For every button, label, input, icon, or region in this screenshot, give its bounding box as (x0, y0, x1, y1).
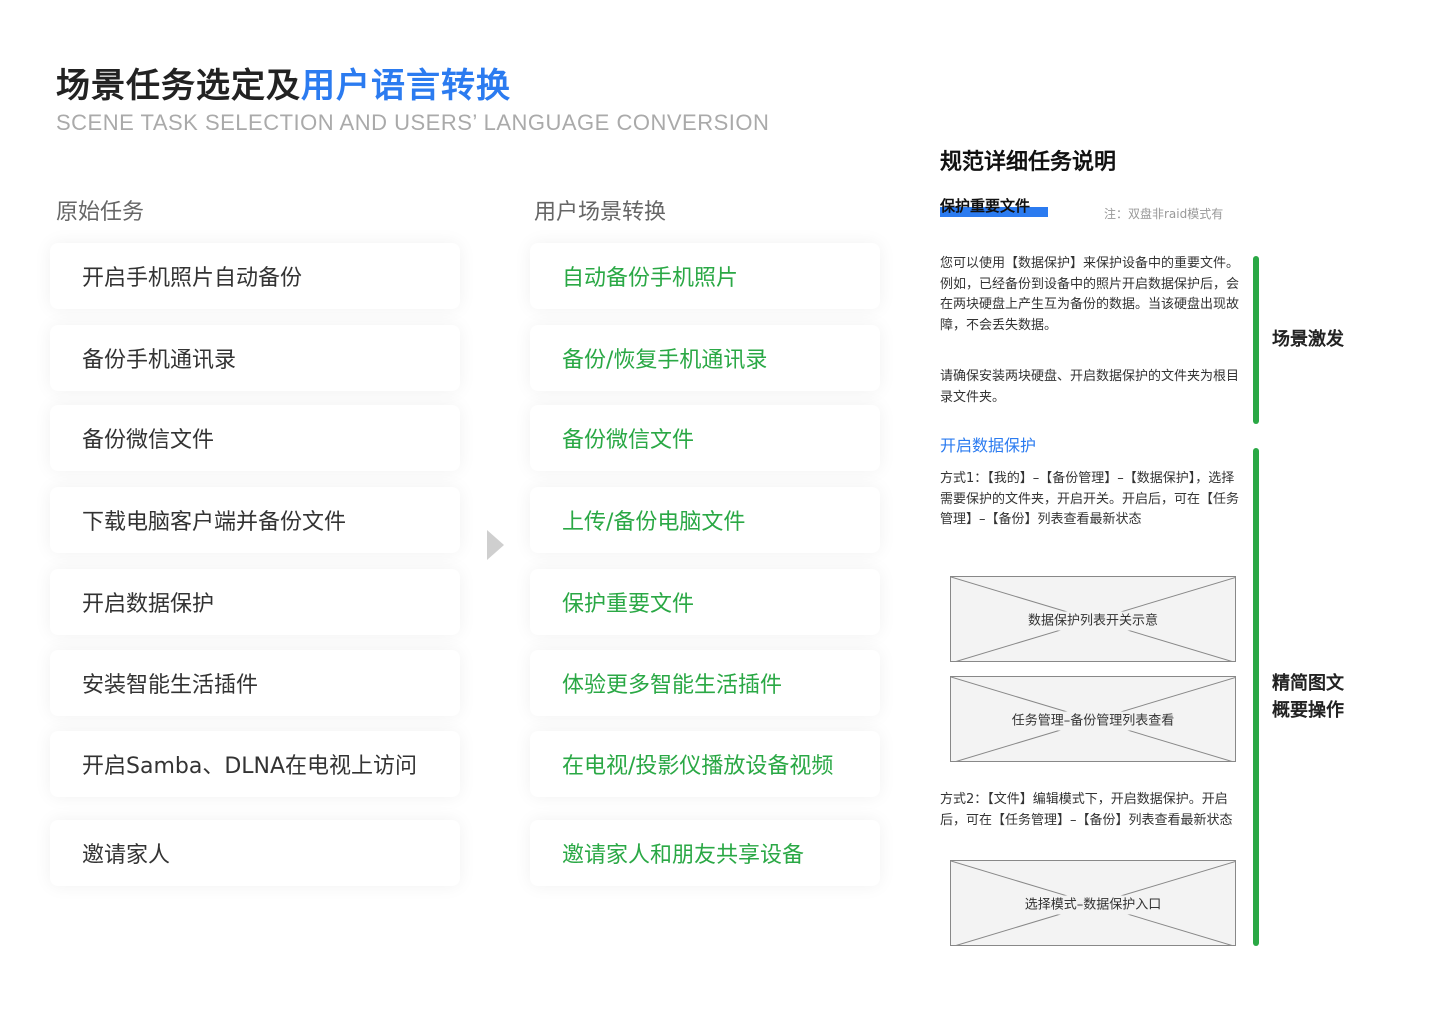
converted-task-card: 自动备份手机照片 (530, 243, 880, 309)
original-task-card: 开启数据保护 (50, 569, 460, 635)
wireframe-label: 数据保护列表开关示意 (1021, 611, 1164, 631)
wireframe-placeholder: 选择模式–数据保护入口 (950, 860, 1236, 946)
converted-task-card: 体验更多智能生活插件 (530, 650, 880, 716)
converted-task-card: 保护重要文件 (530, 569, 880, 635)
method-1-text: 方式1：【我的】–【备份管理】–【数据保护】，选择需要保护的文件夹，开启开关。开… (940, 471, 1240, 527)
original-task-card: 开启手机照片自动备份 (50, 243, 460, 309)
wireframe-label: 选择模式–数据保护入口 (1018, 895, 1168, 915)
scene-trigger-label: 场景激发 (1272, 329, 1344, 350)
converted-task-card: 备份微信文件 (530, 405, 880, 471)
title-main: 场景任务选定及 (56, 66, 301, 106)
original-task-card: 邀请家人 (50, 820, 460, 886)
overview-bar (1253, 448, 1259, 946)
original-task-card: 安装智能生活插件 (50, 650, 460, 716)
detail-note: 注：双盘非raid模式有 (1104, 207, 1224, 221)
detail-subtitle: 开启数据保护 (940, 436, 1037, 455)
wireframe-placeholder: 任务管理–备份管理列表查看 (950, 676, 1236, 762)
overview-label-line2: 概要操作 (1272, 700, 1344, 721)
converted-task-card: 上传/备份电脑文件 (530, 487, 880, 553)
original-tasks-header: 原始任务 (56, 200, 145, 225)
conversion-arrow-icon (487, 530, 504, 560)
detail-tag: 保护重要文件 (940, 197, 1031, 215)
converted-task-card: 邀请家人和朋友共享设备 (530, 820, 880, 886)
page-subtitle: SCENE TASK SELECTION AND USERS’ LANGUAGE… (56, 110, 770, 135)
title-highlight: 用户语言转换 (301, 66, 511, 106)
detail-paragraph: 您可以使用【数据保护】来保护设备中的重要文件。例如，已经备份到设备中的照片开启数… (940, 256, 1240, 333)
converted-task-card: 备份/恢复手机通讯录 (530, 325, 880, 391)
overview-label: 精简图文 概要操作 (1272, 670, 1344, 724)
detail-paragraph: 请确保安装两块硬盘、开启数据保护的文件夹为根目录文件夹。 (940, 369, 1240, 405)
original-task-card: 备份手机通讯录 (50, 325, 460, 391)
detail-title: 规范详细任务说明 (940, 150, 1117, 175)
converted-tasks-header: 用户场景转换 (534, 200, 667, 225)
scene-trigger-bar (1253, 256, 1259, 424)
original-task-card: 下载电脑客户端并备份文件 (50, 487, 460, 553)
wireframe-label: 任务管理–备份管理列表查看 (1005, 711, 1181, 731)
converted-task-card: 在电视/投影仪播放设备视频 (530, 731, 880, 797)
overview-label-line1: 精简图文 (1272, 673, 1344, 694)
page-title: 场景任务选定及用户语言转换 (56, 58, 511, 107)
original-task-card: 开启Samba、DLNA在电视上访问 (50, 731, 460, 797)
wireframe-placeholder: 数据保护列表开关示意 (950, 576, 1236, 662)
original-task-card: 备份微信文件 (50, 405, 460, 471)
method-2-text: 方式2：【文件】编辑模式下，开启数据保护。开启后，可在【任务管理】–【备份】列表… (940, 792, 1233, 828)
